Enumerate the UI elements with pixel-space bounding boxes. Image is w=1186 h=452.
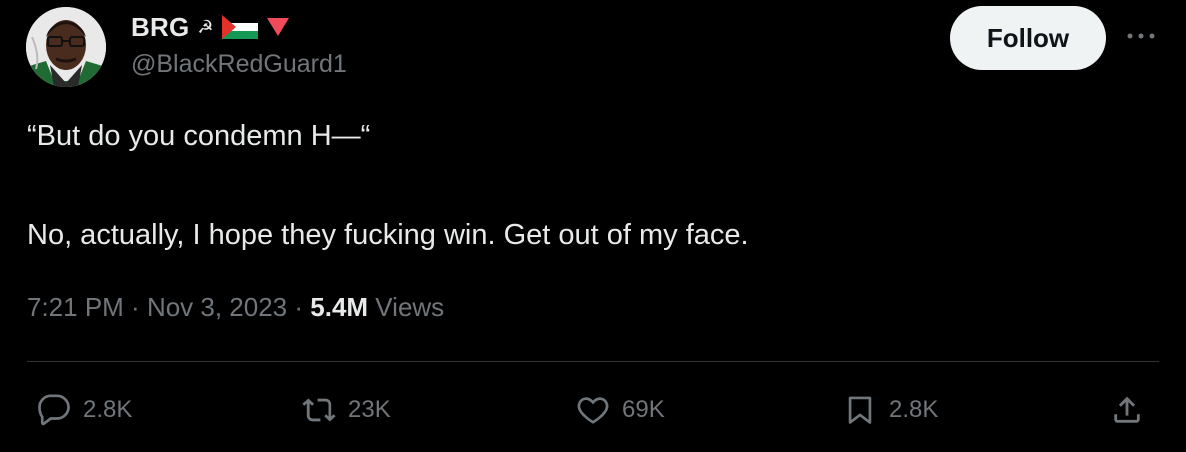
reply-count: 2.8K xyxy=(83,396,133,423)
follow-button[interactable]: Follow xyxy=(950,6,1106,70)
divider xyxy=(27,361,1159,362)
heart-icon xyxy=(577,397,609,424)
red-triangle-icon xyxy=(266,18,289,36)
display-name[interactable]: BRG xyxy=(131,12,189,43)
tweet-text-line-1: “But do you condemn H—“ xyxy=(27,120,371,152)
repost-button[interactable]: 23K xyxy=(302,390,391,430)
bookmark-count: 2.8K xyxy=(889,396,939,423)
tweet-meta: 7:21 PM · Nov 3, 2023 · 5.4M Views xyxy=(27,292,444,323)
repost-count: 23K xyxy=(348,396,391,423)
tweet-text-line-2: No, actually, I hope they fucking win. G… xyxy=(27,219,749,251)
author-name-row[interactable]: BRG ☭ xyxy=(131,10,290,44)
tweet-time[interactable]: 7:21 PM xyxy=(27,292,124,323)
bookmark-icon xyxy=(848,396,872,424)
share-button[interactable] xyxy=(1110,390,1144,430)
like-button[interactable]: 69K xyxy=(576,390,665,430)
hammer-sickle-icon: ☭ xyxy=(197,17,214,37)
reply-icon xyxy=(38,394,70,426)
meta-separator: · xyxy=(123,292,147,322)
more-options-icon[interactable] xyxy=(1124,24,1158,48)
views-count: 5.4M xyxy=(310,292,369,322)
views-label: Views xyxy=(368,292,445,322)
reply-button[interactable]: 2.8K xyxy=(37,390,132,430)
meta-separator: · xyxy=(287,292,311,322)
avatar-image xyxy=(26,7,106,87)
bookmark-button[interactable]: 2.8K xyxy=(843,390,938,430)
user-handle[interactable]: @BlackRedGuard1 xyxy=(131,50,347,79)
palestine-flag-icon xyxy=(221,15,258,39)
tweet-date[interactable]: Nov 3, 2023 xyxy=(147,292,287,323)
avatar[interactable] xyxy=(26,7,106,87)
share-icon xyxy=(1114,396,1140,423)
repost-icon xyxy=(302,398,336,422)
like-count: 69K xyxy=(622,396,665,423)
